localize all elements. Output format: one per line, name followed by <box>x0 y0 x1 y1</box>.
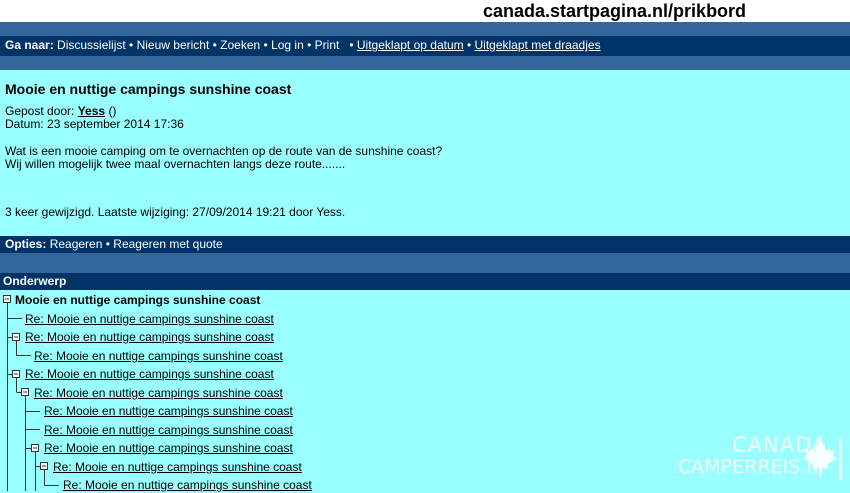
site-header: canada.startpagina.nl/prikbord <box>0 0 850 22</box>
thread-row[interactable]: Re: Mooie en nuttige campings sunshine c… <box>0 309 850 327</box>
reply-button[interactable]: Reageren <box>50 237 103 251</box>
options-bar: Opties: Reageren • Reageren met quote <box>0 236 850 253</box>
thread-subject-link[interactable]: Re: Mooie en nuttige campings sunshine c… <box>53 460 302 474</box>
thread-subject-link[interactable]: Re: Mooie en nuttige campings sunshine c… <box>34 386 283 400</box>
message-body: Wat is een mooie camping om te overnacht… <box>5 145 442 171</box>
thread-header: Onderwerp <box>0 273 850 290</box>
thread-row[interactable]: Re: Mooie en nuttige campings sunshine c… <box>0 327 850 345</box>
thread-subject-link[interactable]: Re: Mooie en nuttige campings sunshine c… <box>34 349 283 363</box>
thread-subject-link[interactable]: Re: Mooie en nuttige campings sunshine c… <box>44 404 293 418</box>
thread-subject-link[interactable]: Re: Mooie en nuttige campings sunshine c… <box>25 367 274 381</box>
reply-quote-button[interactable]: Reageren met quote <box>113 237 222 251</box>
nav-link-draadjes[interactable]: Uitgeklapt met draadjes <box>475 38 601 52</box>
options-label: Opties: <box>5 237 47 251</box>
thread-row[interactable]: Re: Mooie en nuttige campings sunshine c… <box>0 364 850 382</box>
edit-note: 3 keer gewijzigd. Laatste wijziging: 27/… <box>5 205 346 219</box>
message-title: Mooie en nuttige campings sunshine coast <box>5 81 292 97</box>
thread-row: Mooie en nuttige campings sunshine coast <box>0 290 850 308</box>
nav-discussielijst[interactable]: Discussielijst <box>57 38 126 52</box>
message-meta: Gepost door: Yess () Datum: 23 september… <box>5 105 184 131</box>
author-link[interactable]: Yess <box>78 104 105 118</box>
nav-label: Ga naar: <box>5 38 54 52</box>
nav-bar: Ga naar: Discussielijst • Nieuw bericht … <box>0 36 850 56</box>
nav-print[interactable]: Print <box>315 38 340 52</box>
thread-subject: Mooie en nuttige campings sunshine coast <box>15 293 261 307</box>
nav-top-band <box>0 22 850 36</box>
thread-subject-link[interactable]: Re: Mooie en nuttige campings sunshine c… <box>25 312 274 326</box>
maple-leaf-icon <box>804 438 842 480</box>
posted-by-label: Gepost door: <box>5 104 75 118</box>
nav-nieuw-bericht[interactable]: Nieuw bericht <box>137 38 210 52</box>
nav-link-datum[interactable]: Uitgeklapt op datum <box>357 38 464 52</box>
thread-header-label: Onderwerp <box>3 274 67 288</box>
options-band <box>0 253 850 273</box>
nav-bottom-band <box>0 56 850 70</box>
thread-subject-link[interactable]: Re: Mooie en nuttige campings sunshine c… <box>25 330 274 344</box>
thread-row[interactable]: Re: Mooie en nuttige campings sunshine c… <box>0 401 850 419</box>
thread-row[interactable]: Re: Mooie en nuttige campings sunshine c… <box>0 383 850 401</box>
thread-subject-link[interactable]: Re: Mooie en nuttige campings sunshine c… <box>44 423 293 437</box>
watermark-logo: CANADA CAMPERREIS.nl <box>675 433 847 483</box>
site-title: canada.startpagina.nl/prikbord <box>483 1 747 21</box>
author-suffix: () <box>108 104 117 118</box>
thread-subject-link[interactable]: Re: Mooie en nuttige campings sunshine c… <box>63 478 312 492</box>
date-label: Datum: <box>5 117 44 131</box>
message-body-line: Wij willen mogelijk twee maal overnachte… <box>5 157 346 171</box>
nav-zoeken[interactable]: Zoeken <box>220 38 260 52</box>
thread-subject-link[interactable]: Re: Mooie en nuttige campings sunshine c… <box>44 441 293 455</box>
thread-row[interactable]: Re: Mooie en nuttige campings sunshine c… <box>0 346 850 364</box>
nav-log-in[interactable]: Log in <box>271 38 304 52</box>
message-date: 23 september 2014 17:36 <box>47 117 184 131</box>
message-area: Mooie en nuttige campings sunshine coast… <box>0 70 850 236</box>
